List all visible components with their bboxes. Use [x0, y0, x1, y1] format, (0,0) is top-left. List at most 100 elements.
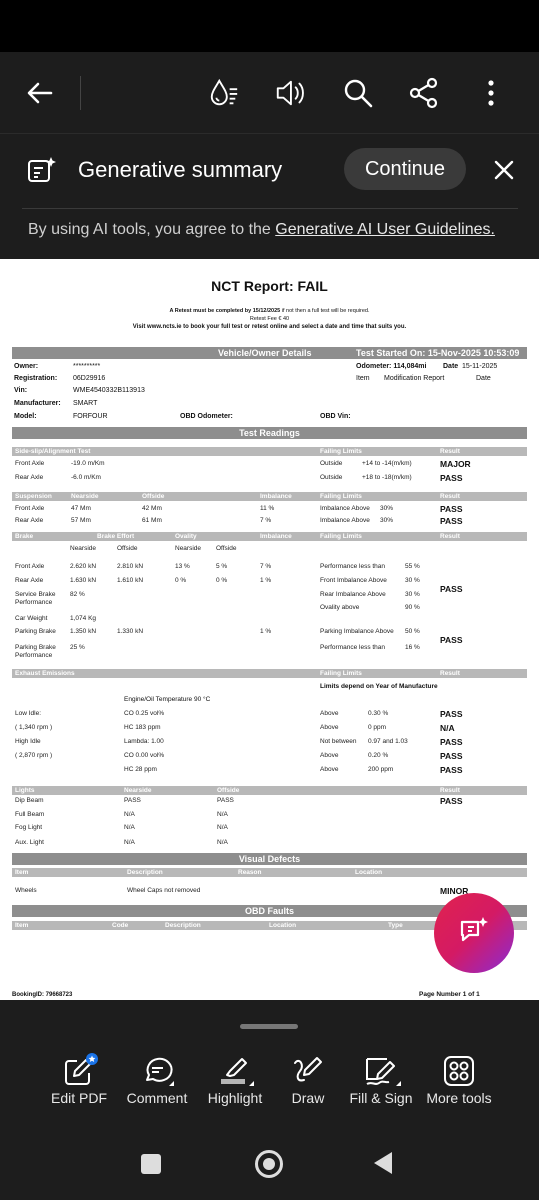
suspension-header: Suspension Nearside Offside Imbalance Fa… — [12, 492, 527, 501]
row-ovality-near: 13 % — [175, 563, 190, 570]
registration-label: Registration: — [14, 375, 58, 382]
row-item: High Idle — [15, 738, 41, 745]
back-arrow-icon[interactable] — [24, 77, 56, 109]
row-off: 42 Mm — [142, 505, 162, 512]
brake-result-1: PASS — [440, 584, 463, 594]
ai-guidelines-link[interactable]: Generative AI User Guidelines. — [275, 221, 495, 238]
row-item: Rear Axle — [15, 577, 44, 584]
home-icon[interactable] — [255, 1150, 283, 1178]
col-header: Result — [440, 670, 460, 677]
read-aloud-icon[interactable] — [274, 77, 306, 109]
draw-label: Draw — [291, 1090, 325, 1106]
row-item: Front Axle — [15, 505, 45, 512]
drag-handle[interactable] — [240, 1024, 298, 1029]
brake-subheader-row: Nearside Offside Nearside Offside — [12, 544, 527, 556]
item-label: Item — [356, 375, 370, 382]
row-ovality-near: 0 % — [175, 577, 187, 584]
row-limit: Performance less than — [320, 563, 386, 570]
col-header: Type — [388, 922, 403, 929]
table-row: Dip Beam PASS PASS PASS — [12, 796, 527, 808]
sideslip-header: Side-slip/Alignment Test Failing Limits … — [12, 447, 527, 456]
row-off: N/A — [217, 824, 228, 831]
row-item: Fog Light — [15, 824, 43, 831]
fill-sign-label: Fill & Sign — [349, 1090, 413, 1106]
edit-pdf-button[interactable]: Edit PDF — [39, 1052, 119, 1106]
row-result: PASS — [440, 796, 463, 806]
row-limit: Above — [320, 724, 339, 731]
fill-sign-button[interactable]: Fill & Sign — [341, 1052, 421, 1106]
row-near: 1,074 Kg — [70, 615, 97, 622]
row-item: Parking Brake Performance — [15, 644, 56, 659]
row-item: Front Axle — [15, 460, 45, 467]
row-result: PASS — [440, 765, 463, 775]
retest-line: A Retest must be completed by 15/12/2025 — [169, 308, 281, 314]
row-near: N/A — [124, 824, 135, 831]
highlight-icon — [195, 1052, 275, 1090]
table-row: Rear Axle -6.0 m/Km Outside +18 to -18(m… — [12, 473, 527, 485]
row-pct: 30% — [380, 505, 394, 512]
col-header: Result — [440, 533, 460, 540]
table-row: Low Idle: CO 0.25 vol% Above 0.30 % PASS — [12, 709, 527, 721]
row-near: 25 % — [70, 644, 85, 651]
col-header: Nearside — [71, 493, 99, 500]
share-icon[interactable] — [408, 77, 440, 109]
visit-line: Visit www.ncts.ie to book your full test… — [132, 324, 407, 330]
row-limit: Imbalance Above — [320, 517, 370, 524]
col-header: Brake — [15, 533, 34, 540]
liquid-mode-icon[interactable] — [208, 77, 240, 109]
recents-icon[interactable] — [141, 1154, 161, 1174]
row-item: Car Weight — [15, 615, 48, 622]
ai-summary-icon — [26, 155, 58, 192]
row-result: PASS — [440, 504, 463, 514]
row-off: 2.810 kN — [117, 563, 144, 570]
status-bar — [0, 0, 539, 52]
row-range: 0.30 % — [368, 710, 389, 717]
row-range: +18 to -18(m/km) — [362, 474, 412, 481]
manufacturer-label: Manufacturer: — [14, 400, 61, 407]
row-limit: Not between — [320, 738, 357, 745]
row-item: Aux. Light — [15, 839, 44, 846]
col-header: Offside — [217, 787, 240, 794]
table-row: Front Axle 47 Mm 42 Mm 11 % Imbalance Ab… — [12, 504, 527, 516]
row-limit: Imbalance Above — [320, 505, 370, 512]
row-range: 0.97 and 1.03 — [368, 738, 408, 745]
brake-header: Brake Brake Effort Ovality Imbalance Fai… — [12, 532, 527, 541]
subheader: Nearside — [70, 545, 97, 552]
row-limit: Outside — [320, 460, 343, 467]
row-imbalance: 1 % — [260, 628, 272, 635]
page-number: Page Number 1 of 1 — [419, 991, 480, 998]
continue-button[interactable]: Continue — [344, 148, 466, 190]
row-pct: 90 % — [405, 604, 420, 611]
row-value: HC 183 ppm — [124, 724, 161, 731]
draw-icon — [268, 1052, 348, 1090]
ai-assistant-button[interactable] — [434, 893, 514, 973]
more-tools-button[interactable]: More tools — [419, 1052, 499, 1106]
row-limit: Above — [320, 752, 339, 759]
col-header: Suspension — [15, 493, 52, 500]
search-icon[interactable] — [342, 77, 374, 109]
vin-label: Vin: — [14, 387, 28, 394]
obd-odometer-label: OBD Odometer: — [180, 413, 233, 420]
model-label: Model: — [14, 413, 37, 420]
edit-pdf-label: Edit PDF — [50, 1090, 107, 1106]
highlight-button[interactable]: Highlight — [195, 1052, 275, 1106]
more-tools-label: More tools — [426, 1090, 492, 1106]
table-row: Front Axle -19.0 m/Km Outside +14 to -14… — [12, 459, 527, 471]
draw-button[interactable]: Draw — [268, 1052, 348, 1106]
row-pct: 50 % — [405, 628, 420, 635]
col-header: Imbalance — [260, 533, 292, 540]
row-value: -19.0 m/Km — [71, 460, 105, 467]
obd-vin-label: OBD Vin: — [320, 413, 351, 420]
close-icon[interactable] — [490, 156, 518, 189]
highlight-label: Highlight — [207, 1090, 263, 1106]
more-icon[interactable] — [475, 77, 507, 109]
col-header: Failing Limits — [320, 670, 362, 677]
col-header: Result — [440, 787, 460, 794]
back-nav-icon[interactable] — [372, 1150, 394, 1181]
comment-button[interactable]: Comment — [117, 1052, 197, 1106]
row-limit: Ovality above — [320, 604, 360, 611]
date-label-2: Date — [476, 375, 491, 382]
odometer: Odometer: 114,084mi — [356, 363, 427, 370]
row-range: 0.20 % — [368, 752, 389, 759]
col-header: Location — [269, 922, 297, 929]
